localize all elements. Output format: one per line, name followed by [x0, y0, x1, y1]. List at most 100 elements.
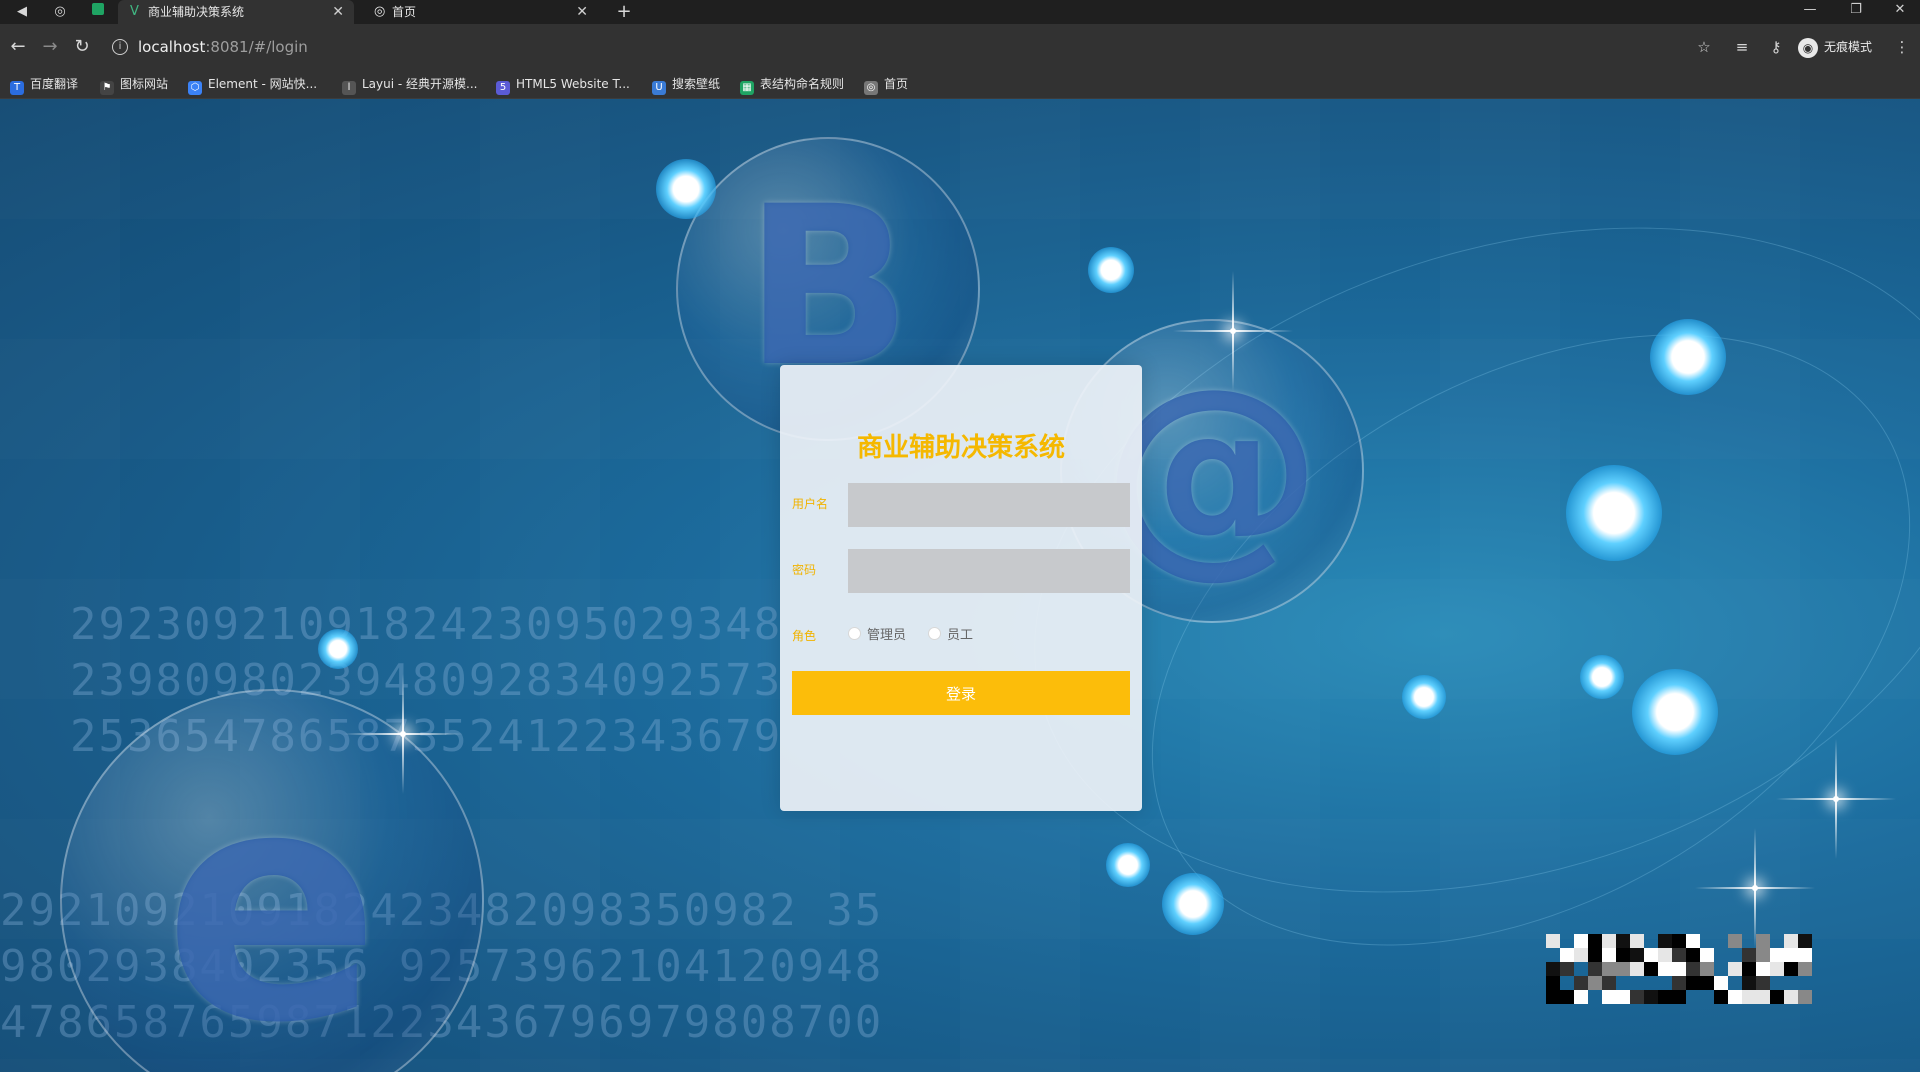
close-window-icon[interactable]: ✕ — [1878, 0, 1920, 22]
login-page: 2923092109182423095029348 23980980239480… — [0, 99, 1920, 1072]
username-input[interactable] — [848, 483, 1130, 527]
watermark-pixel — [1546, 934, 1560, 948]
glow-dot — [656, 159, 716, 219]
watermark-pixel — [1798, 934, 1812, 948]
browser-toolbar: ← → ↻ i localhost:8081/#/login — [0, 24, 1920, 70]
tab-active[interactable]: V 商业辅助决策系统 ✕ — [118, 0, 354, 24]
role-label: 角色 — [792, 629, 817, 643]
watermark-pixel — [1728, 962, 1742, 976]
bookmark-item[interactable]: ◎ 首页 — [864, 74, 908, 95]
watermark-pixel — [1602, 962, 1616, 976]
sparkle — [1833, 796, 1839, 802]
watermark-pixel — [1672, 990, 1686, 1004]
tab-strip: ◀ ◎ V 商业辅助决策系统 ✕ ◎ 首页 ✕ + — ❐ ✕ — [0, 0, 1920, 24]
watermark-pixel — [1742, 962, 1756, 976]
watermark-pixel — [1574, 990, 1588, 1004]
element-icon: ⬡ — [188, 81, 202, 95]
bookmarks-bar: T 百度翻译 ⚑ 图标网站 ⬡ Element - 网站快... l Layui - 经… — [0, 70, 1920, 99]
watermark-pixel — [1658, 934, 1672, 948]
bookmark-item[interactable]: ▦ 表结构命名规则 — [740, 74, 844, 95]
watermark-pixel — [1602, 976, 1616, 990]
watermark-pixel — [1616, 962, 1630, 976]
role-radio-admin[interactable]: 管理员 — [848, 627, 906, 644]
bookmark-item[interactable]: ⚑ 图标网站 — [100, 74, 168, 95]
watermark-pixel — [1672, 948, 1686, 962]
watermark-pixel — [1700, 976, 1714, 990]
watermark-pixel — [1798, 948, 1812, 962]
login-button[interactable]: 登录 — [792, 671, 1130, 715]
info-icon[interactable]: i — [112, 39, 128, 55]
watermark-pixel — [1658, 948, 1672, 962]
watermark-pixel — [1700, 962, 1714, 976]
watermark-pixel — [1700, 948, 1714, 962]
audio-icon[interactable]: ◀ — [12, 2, 32, 22]
sparkle — [1752, 885, 1758, 891]
watermark-pixel — [1728, 934, 1742, 948]
watermark-pixel — [1770, 948, 1784, 962]
glow-dot — [1106, 843, 1150, 887]
watermark-pixel — [1686, 962, 1700, 976]
globe-icon[interactable]: ◎ — [50, 2, 70, 22]
watermark-pixel — [1742, 976, 1756, 990]
sheet-icon[interactable] — [88, 2, 108, 22]
bookmark-item[interactable]: l Layui - 经典开源模... — [342, 74, 477, 95]
bubble-e: e — [60, 689, 484, 1072]
glow-dot — [1632, 669, 1718, 755]
key-icon[interactable]: ⚷ — [1764, 35, 1788, 59]
radio-circle-icon — [848, 627, 861, 640]
bookmark-item[interactable]: T 百度翻译 — [10, 74, 78, 95]
forward-arrow-icon[interactable]: → — [38, 35, 62, 59]
globe-icon: ◎ — [864, 81, 878, 95]
flag-icon: ⚑ — [100, 81, 114, 95]
watermark-pixel — [1756, 962, 1770, 976]
bookmark-item[interactable]: U 搜索壁纸 — [652, 74, 720, 95]
glow-dot — [318, 629, 358, 669]
watermark-pixel — [1560, 990, 1574, 1004]
watermark-pixel — [1644, 962, 1658, 976]
url-text[interactable]: localhost:8081/#/login — [138, 38, 308, 56]
restore-icon[interactable]: ❐ — [1834, 0, 1878, 22]
password-input[interactable] — [848, 549, 1130, 593]
glow-dot — [1566, 465, 1662, 561]
bookmark-item[interactable]: ⬡ Element - 网站快... — [188, 74, 317, 95]
new-tab-button[interactable]: + — [612, 0, 636, 24]
back-arrow-icon[interactable]: ← — [6, 35, 30, 59]
watermark-pixel — [1784, 962, 1798, 976]
watermark-pixel — [1658, 990, 1672, 1004]
background-numbers: 2398098023948092834092573 — [70, 655, 783, 706]
watermark-pixel — [1616, 948, 1630, 962]
watermark-pixel — [1630, 990, 1644, 1004]
watermark-pixel — [1714, 990, 1728, 1004]
incognito-profile[interactable]: ◉ 无痕模式 — [1798, 35, 1872, 59]
watermark-pixel — [1770, 990, 1784, 1004]
watermark-pixel — [1602, 990, 1616, 1004]
tab-home[interactable]: ◎ 首页 ✕ — [362, 0, 598, 24]
page-title: 商业辅助决策系统 — [856, 433, 1065, 463]
watermark-pixel — [1574, 948, 1588, 962]
role-radio-employee[interactable]: 员工 — [928, 627, 973, 644]
watermark-pixel — [1714, 976, 1728, 990]
watermark-pixel — [1588, 962, 1602, 976]
watermark-pixel — [1546, 976, 1560, 990]
layui-icon: l — [342, 81, 356, 95]
reading-list-icon[interactable]: ≡ — [1730, 35, 1754, 59]
watermark-pixel — [1686, 934, 1700, 948]
watermark-pixel — [1756, 976, 1770, 990]
menu-icon[interactable]: ⋮ — [1890, 35, 1914, 59]
reload-icon[interactable]: ↻ — [70, 35, 94, 59]
watermark-pixel — [1574, 976, 1588, 990]
watermark-pixel — [1798, 990, 1812, 1004]
close-icon[interactable]: ✕ — [576, 0, 588, 24]
glow-dot — [1580, 655, 1624, 699]
html5-icon: 5 — [496, 81, 510, 95]
translate-icon: T — [10, 81, 24, 95]
watermark-image — [1546, 934, 1812, 1006]
minimize-icon[interactable]: — — [1788, 0, 1832, 22]
watermark-pixel — [1644, 948, 1658, 962]
star-icon[interactable]: ☆ — [1692, 35, 1716, 59]
bookmark-item[interactable]: 5 HTML5 Website T... — [496, 74, 630, 95]
watermark-pixel — [1798, 962, 1812, 976]
close-icon[interactable]: ✕ — [332, 0, 344, 24]
watermark-pixel — [1770, 962, 1784, 976]
address-bar[interactable]: i localhost:8081/#/login — [108, 30, 1708, 64]
